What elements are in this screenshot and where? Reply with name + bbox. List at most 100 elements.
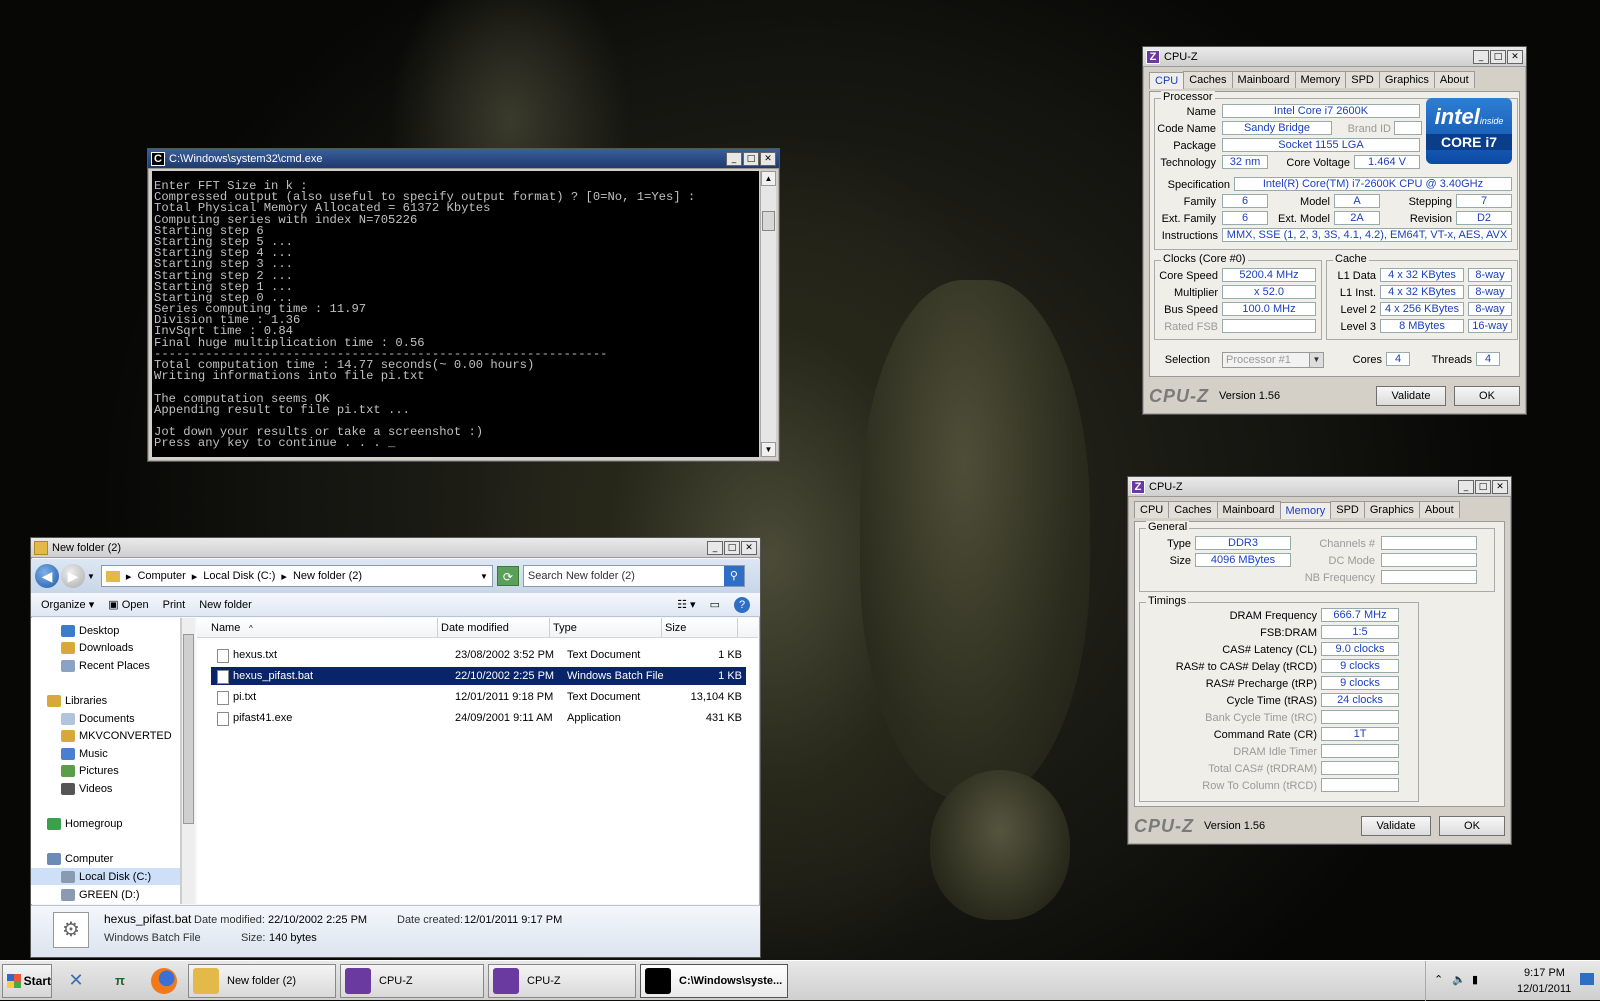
tab-memory[interactable]: Memory [1294,71,1347,88]
processor-select[interactable]: Processor #1 ▼ [1222,352,1324,368]
tab-about[interactable]: About [1433,71,1475,88]
nav-item[interactable]: Computer [31,851,180,868]
close-button[interactable]: ✕ [1507,49,1523,64]
maximize-button[interactable]: □ [1475,479,1491,494]
ok-button[interactable]: OK [1439,816,1505,836]
nav-item[interactable]: Recent Places [31,657,180,674]
validate-button[interactable]: Validate [1376,386,1446,406]
tray-chevron-icon[interactable]: ⌃ [1434,973,1443,986]
column-separator[interactable] [737,618,738,638]
quicklaunch-firefox-icon[interactable] [144,964,184,998]
tab-spd[interactable]: SPD [1330,501,1365,518]
nav-item[interactable]: Homegroup [31,816,180,833]
tab-mainboard[interactable]: Mainboard [1216,501,1281,518]
column-separator[interactable] [549,618,550,638]
minimize-button[interactable]: _ [1458,479,1474,494]
start-button[interactable]: Start [2,963,52,998]
tab-cpu[interactable]: CPU [1134,501,1170,518]
open-button[interactable]: ▣ Open [108,598,148,611]
file-row[interactable]: pifast41.exe 24/09/2001 9:11 AM Applicatio… [211,709,746,727]
file-row[interactable]: hexus_pifast.bat 22/10/2002 2:25 PM Window… [211,667,746,685]
minimize-button[interactable]: _ [1473,49,1489,64]
tab-memory[interactable]: Memory [1279,502,1332,519]
help-icon[interactable]: ? [734,596,750,613]
address-dropdown-icon[interactable]: ▼ [480,572,488,581]
network-icon[interactable]: ▮ [1472,973,1478,986]
view-options-icon[interactable]: ☷ ▾ [677,598,695,611]
nav-item[interactable]: Local Disk (C:) [31,868,180,886]
file-row[interactable]: pi.txt 12/01/2011 9:18 PM Text Document 13,… [211,688,746,706]
quicklaunch-tool-icon[interactable]: ✕ [56,964,96,998]
nav-item[interactable]: GREEN (D:) [31,886,180,903]
nav-item[interactable]: Documents [31,710,180,727]
back-button[interactable]: ◀ [35,564,59,588]
minimize-button[interactable]: _ [707,540,723,555]
tab-caches[interactable]: Caches [1168,501,1218,518]
preview-pane-icon[interactable]: ▭ [710,598,720,611]
recent-pages-chevron-icon[interactable]: ▼ [87,572,95,581]
column-separator[interactable] [437,618,438,638]
show-desktop-icon[interactable] [1580,973,1594,985]
chevron-down-icon[interactable]: ▼ [1309,353,1323,367]
cmd-scrollbar[interactable]: ▲ ▼ [760,171,776,457]
explorer-titlebar[interactable]: New folder (2) _ □ ✕ [31,538,760,558]
organize-button[interactable]: Organize ▾ [41,598,94,611]
cmd-titlebar[interactable]: C C:\Windows\system32\cmd.exe _ □ ✕ [148,149,779,169]
scroll-down-icon[interactable]: ▼ [761,442,776,457]
clock-time[interactable]: 9:17 PM [1524,967,1565,979]
maximize-button[interactable]: □ [724,540,740,555]
breadcrumb-local-disk[interactable]: Local Disk (C:) [203,570,275,582]
nav-item[interactable]: Libraries [31,692,180,709]
column-type[interactable]: Type [553,622,577,634]
tab-mainboard[interactable]: Mainboard [1231,71,1296,88]
file-row[interactable]: hexus.txt 23/08/2002 3:52 PM Text Document… [211,646,746,664]
cpuz-memory-window[interactable]: Z CPU-Z _ □ ✕ CPU Caches Mainboard Memory SP… [1127,476,1512,845]
nav-item[interactable]: Downloads [31,640,180,657]
maximize-button[interactable]: □ [1490,49,1506,64]
tab-caches[interactable]: Caches [1183,71,1233,88]
column-name[interactable]: Name [211,622,240,634]
cpuz-cpu-titlebar[interactable]: Z CPU-Z _ □ ✕ [1143,47,1526,67]
cpuz-mem-titlebar[interactable]: Z CPU-Z _ □ ✕ [1128,477,1511,497]
nav-item[interactable]: Desktop [31,622,180,639]
tab-graphics[interactable]: Graphics [1363,501,1420,518]
console-output[interactable]: Enter FFT Size in k : Compressed output (… [152,171,759,457]
quicklaunch-superpi-icon[interactable]: π [100,964,140,998]
taskbar-item[interactable]: New folder (2) [188,963,336,998]
ok-button[interactable]: OK [1454,386,1520,406]
nav-item[interactable]: MKVCONVERTED [31,728,180,745]
clock-date[interactable]: 12/01/2011 [1517,983,1571,995]
tab-spd[interactable]: SPD [1345,71,1380,88]
search-input[interactable]: Search New folder (2) ⚲ [522,565,745,587]
taskbar-item[interactable]: CPU-Z [488,963,636,998]
minimize-button[interactable]: _ [726,151,742,166]
close-button[interactable]: ✕ [741,540,757,555]
nav-item[interactable]: Videos [31,780,180,797]
taskbar-item[interactable]: CPU-Z [340,963,484,998]
tab-cpu[interactable]: CPU [1149,72,1185,89]
column-separator[interactable] [661,618,662,638]
validate-button[interactable]: Validate [1361,816,1431,836]
volume-icon[interactable]: 🔈 [1452,973,1466,986]
maximize-button[interactable]: □ [743,151,759,166]
scroll-thumb[interactable] [183,634,194,824]
nav-item[interactable]: Pictures [31,763,180,780]
close-button[interactable]: ✕ [1492,479,1508,494]
file-list[interactable]: Name ^ Date modified Type Size hexus.txt… [197,618,758,904]
new-folder-button[interactable]: New folder [199,599,252,611]
refresh-button[interactable]: ⟳ [496,566,519,586]
scroll-thumb[interactable] [762,211,775,231]
navigation-pane[interactable]: Desktop Downloads Recent Places Libraries Do… [31,618,181,904]
breadcrumb-current-folder[interactable]: New folder (2) [293,570,362,582]
search-icon[interactable]: ⚲ [723,566,744,586]
cpuz-cpu-window[interactable]: Z CPU-Z _ □ ✕ CPU Caches Mainboard Memory SP… [1142,46,1527,415]
print-button[interactable]: Print [163,599,186,611]
nav-item[interactable]: Music [31,745,180,762]
forward-button[interactable]: ▶ [61,564,85,588]
tab-about[interactable]: About [1418,501,1460,518]
nav-scrollbar[interactable] [181,618,195,904]
close-button[interactable]: ✕ [760,151,776,166]
column-date-modified[interactable]: Date modified [441,622,509,634]
column-size[interactable]: Size [665,622,686,634]
address-bar[interactable]: ▸ Computer ▸ Local Disk (C:) ▸ New folde… [100,565,493,587]
